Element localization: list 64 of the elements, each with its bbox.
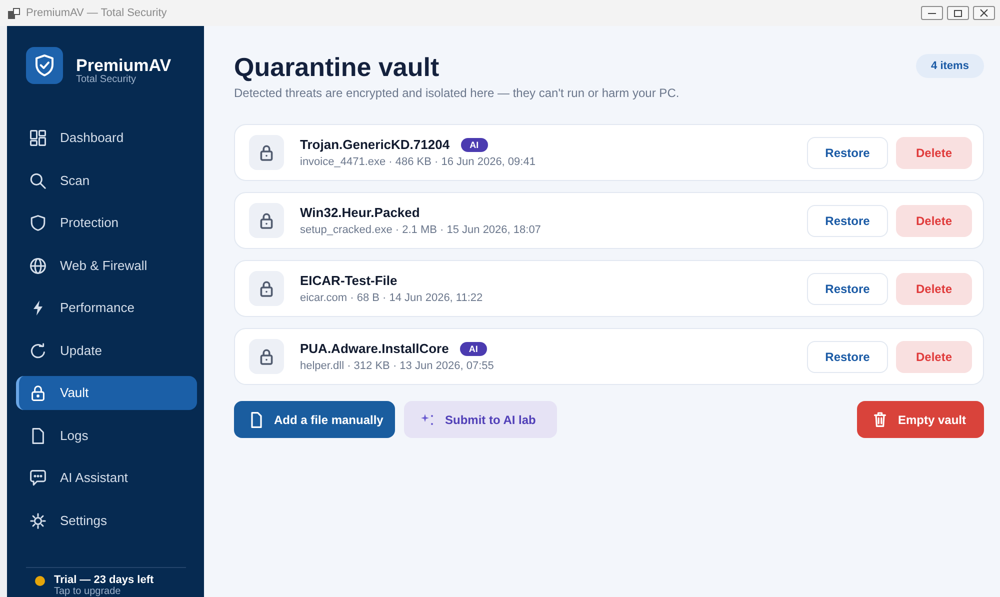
restore-button[interactable]: Restore [807,204,888,236]
shield-check-icon [26,47,63,84]
file-details: eicar.com · 68 B · 14 Jun 2026, 11:22 [300,290,484,304]
submit-ai-button[interactable]: Submit to AI lab [404,401,557,438]
close-icon [980,9,988,17]
lock-icon [249,135,284,170]
sidebar-item[interactable]: Web & Firewall [16,248,197,282]
refresh-icon [30,342,46,358]
delete-button[interactable]: Delete [896,136,972,168]
sidebar-item[interactable]: Settings [16,504,197,538]
file-details: invoice_4471.exe · 486 KB · 16 Jun 2026, 09:41 [300,154,536,168]
grid-icon [30,130,46,146]
file-details: setup_cracked.exe · 2.1 MB · 15 Jun 2026, 18:07 [300,222,542,236]
file-details: helper.dll · 312 KB · 13 Jun 2026, 07:55 [300,358,495,372]
status-dot-icon [35,576,45,586]
sparkle-icon [421,414,433,425]
restore-button[interactable]: Restore [807,136,888,168]
upgrade-link[interactable]: Tap to upgrade [54,586,154,597]
lock-icon [30,385,46,401]
minimize-button[interactable] [921,6,943,20]
app-icon [8,8,20,18]
window-title: PremiumAV — Total Security [26,6,167,20]
restore-button[interactable]: Restore [807,272,888,304]
globe-icon [30,258,46,274]
sidebar-item[interactable]: Protection [16,206,197,240]
trial-status: Trial — 23 days left [54,574,154,586]
file-icon [251,412,262,428]
delete-button[interactable]: Delete [896,272,972,304]
close-button[interactable] [973,6,995,20]
ai-badge: AI [460,138,488,152]
threat-name: Win32.Heur.Packed [300,204,420,220]
lock-icon [249,339,284,374]
sidebar-item[interactable]: Performance [16,291,197,325]
maximize-icon [954,10,962,16]
file-icon [30,428,46,444]
sidebar-item[interactable]: Dashboard [16,121,197,155]
delete-button[interactable]: Delete [896,340,972,372]
sidebar-item[interactable]: AI Assistant [16,461,197,495]
item-count: 4 items [916,54,984,78]
page-title: Quarantine vault [234,52,440,82]
add-file-button[interactable]: Add a file manually [234,401,395,438]
chat-icon [30,470,46,486]
sidebar-item[interactable]: Logs [16,418,197,452]
lock-icon [249,271,284,306]
restore-button[interactable]: Restore [807,340,888,372]
trash-icon [874,412,886,427]
minimize-icon [928,12,936,14]
page-subtitle: Detected threats are encrypted and isolated here — they can't run or harm your PC. [234,85,680,101]
lock-icon [249,203,284,238]
threat-name: PUA.Adware.InstallCore [300,340,449,356]
shield-icon [30,215,46,231]
search-icon [30,172,46,188]
maximize-button[interactable] [947,6,969,20]
ai-badge: AI [460,342,487,356]
sidebar-item[interactable]: Update [16,334,197,368]
brand-tagline: Total Security [76,74,138,85]
empty-vault-button[interactable]: Empty vault [857,401,984,438]
brand-name: PremiumAV [76,58,172,74]
threat-name: EICAR-Test-File [300,272,398,288]
delete-button[interactable]: Delete [896,204,972,236]
gear-icon [30,512,46,528]
threat-name: Trojan.GenericKD.71204 [300,136,450,152]
sidebar-item[interactable]: Vault [16,376,197,410]
sidebar-item[interactable]: Scan [16,164,197,198]
